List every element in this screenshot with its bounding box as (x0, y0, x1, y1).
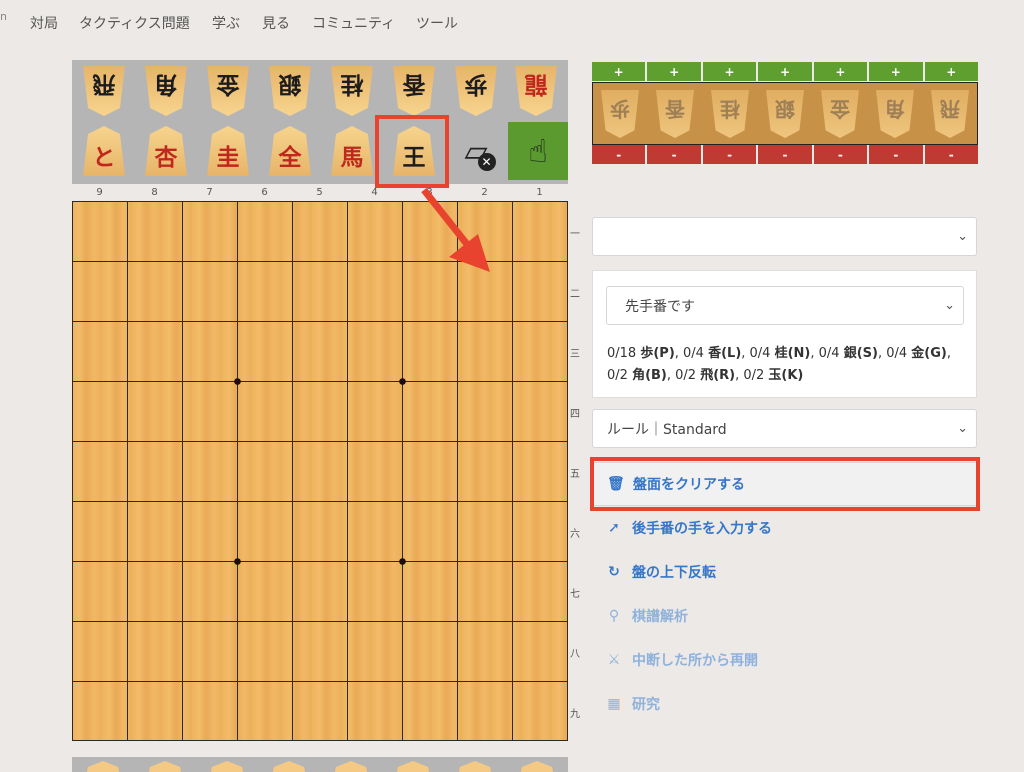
chevron-down-icon: ⌄ (957, 420, 968, 436)
position-select[interactable]: ⌄ (592, 217, 977, 256)
piece-count-summary: 0/18 歩(P), 0/4 香(L), 0/4 桂(N), 0/4 銀(S),… (607, 346, 951, 383)
decrement-button[interactable]: - (702, 145, 757, 164)
increment-button[interactable]: + (813, 62, 868, 81)
decrement-button[interactable]: - (592, 145, 646, 164)
rotate-icon: ↻ (608, 564, 620, 580)
silver-piece-icon: 銀 (766, 90, 804, 138)
hand-piece-slot: 角 (867, 83, 922, 144)
hand-piece-slot: 歩 (593, 83, 648, 144)
decrement-button[interactable]: - (758, 145, 812, 164)
arrow-up-right-icon: ➚ (608, 520, 620, 536)
gold-piece-icon: 金 (821, 90, 859, 138)
decrement-row: - - - - - - - (592, 145, 978, 164)
hand-piece-slot: 飛 (922, 83, 977, 144)
decrement-button[interactable]: - (647, 145, 701, 164)
flip-board-link[interactable]: ↻ 盤の上下反転 (592, 550, 977, 594)
hand-piece-slot: 銀 (758, 83, 813, 144)
chevron-down-icon: ⌄ (944, 297, 955, 313)
decrement-button[interactable]: - (869, 145, 923, 164)
crossed-swords-icon: ⚔ (607, 652, 621, 668)
increment-button[interactable]: + (758, 62, 812, 81)
board-icon: ▦ (607, 696, 621, 712)
hand-pieces-box: 歩 香 桂 銀 金 角 飛 (592, 82, 978, 145)
turn-select[interactable]: 先手番です ⌄ (606, 286, 964, 325)
increment-button[interactable]: + (924, 62, 978, 81)
lance-piece-icon: 香 (656, 90, 694, 138)
increment-row: + + + + + + + (592, 62, 978, 81)
increment-button[interactable]: + (869, 62, 923, 81)
increment-button[interactable]: + (702, 62, 757, 81)
decrement-button[interactable]: - (813, 145, 868, 164)
chevron-down-icon: ⌄ (957, 228, 968, 244)
hand-piece-slot: 桂 (703, 83, 758, 144)
gote-input-link[interactable]: ➚ 後手番の手を入力する (592, 506, 977, 550)
pawn-piece-icon: 歩 (601, 90, 639, 138)
increment-button[interactable]: + (592, 62, 646, 81)
bishop-piece-icon: 角 (876, 90, 914, 138)
microscope-icon: ⚲ (608, 608, 620, 624)
clear-highlight-box (590, 457, 980, 511)
increment-button[interactable]: + (647, 62, 701, 81)
study-link[interactable]: ▦ 研究 (592, 682, 977, 726)
rule-select[interactable]: ルール｜Standard ⌄ (592, 409, 977, 448)
resume-link[interactable]: ⚔ 中断した所から再開 (592, 638, 977, 682)
setup-card: 先手番です ⌄ 0/18 歩(P), 0/4 香(L), 0/4 桂(N), 0… (592, 270, 977, 398)
analysis-link[interactable]: ⚲ 棋譜解析 (592, 594, 977, 638)
hand-piece-slot: 金 (812, 83, 867, 144)
knight-piece-icon: 桂 (711, 90, 749, 138)
hand-piece-slot: 香 (648, 83, 703, 144)
rook-piece-icon: 飛 (931, 90, 969, 138)
decrement-button[interactable]: - (924, 145, 978, 164)
